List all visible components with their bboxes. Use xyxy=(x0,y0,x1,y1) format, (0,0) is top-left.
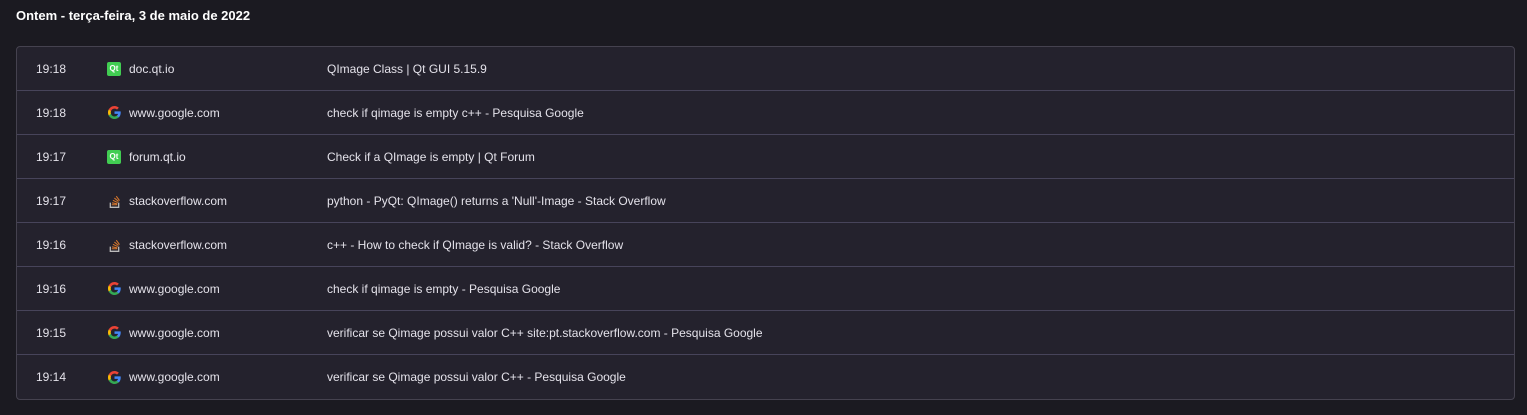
entry-title[interactable]: Check if a QImage is empty | Qt Forum xyxy=(327,150,535,164)
entry-site: Qt doc.qt.io xyxy=(107,61,175,76)
day-heading: Ontem - terça-feira, 3 de maio de 2022 xyxy=(16,8,251,23)
entry-domain: www.google.com xyxy=(129,325,220,340)
entry-time: 19:15 xyxy=(36,325,67,340)
history-entry[interactable]: 19:17 stackoverflow.com python - PyQt: Q… xyxy=(17,179,1514,223)
entry-domain: doc.qt.io xyxy=(129,61,175,76)
entry-site: stackoverflow.com xyxy=(107,238,227,252)
entry-site: www.google.com xyxy=(107,326,220,340)
google-icon xyxy=(107,106,121,120)
google-icon xyxy=(107,370,121,384)
entry-title[interactable]: check if qimage is empty - Pesquisa Goog… xyxy=(327,282,560,296)
entry-time: 19:16 xyxy=(36,281,67,296)
entry-time: 19:17 xyxy=(36,193,67,208)
entry-domain: www.google.com xyxy=(129,105,220,120)
entry-time: 19:16 xyxy=(36,237,67,252)
entry-site: Qt forum.qt.io xyxy=(107,149,186,164)
entry-title[interactable]: QImage Class | Qt GUI 5.15.9 xyxy=(327,62,487,76)
entry-domain: stackoverflow.com xyxy=(129,237,228,252)
entry-time: 19:17 xyxy=(36,149,67,164)
history-entry[interactable]: 19:18 Qt doc.qt.io QImage Class | Qt GUI… xyxy=(17,47,1514,91)
stackoverflow-icon xyxy=(107,194,121,208)
entry-title[interactable]: verificar se Qimage possui valor C++ sit… xyxy=(327,326,763,340)
entry-domain: forum.qt.io xyxy=(129,149,186,164)
history-list: 19:18 Qt doc.qt.io QImage Class | Qt GUI… xyxy=(16,46,1515,400)
history-entry[interactable]: 19:14 www.google.com verificar se Qimage… xyxy=(17,355,1514,399)
history-entry[interactable]: 19:16 www.google.com check if qimage is … xyxy=(17,267,1514,311)
google-icon xyxy=(107,282,121,296)
entry-time: 19:14 xyxy=(36,370,67,384)
entry-title[interactable]: c++ - How to check if QImage is valid? -… xyxy=(327,238,623,252)
entry-site: www.google.com xyxy=(107,106,220,120)
entry-title[interactable]: check if qimage is empty c++ - Pesquisa … xyxy=(327,106,584,120)
history-entry[interactable]: 19:17 Qt forum.qt.io Check if a QImage i… xyxy=(17,135,1514,179)
entry-domain: stackoverflow.com xyxy=(129,193,228,208)
google-icon xyxy=(107,326,121,340)
entry-site: www.google.com xyxy=(107,282,220,296)
entry-domain: www.google.com xyxy=(129,281,220,296)
entry-site: www.google.com xyxy=(107,370,220,384)
history-entry[interactable]: 19:18 www.google.com check if qimage is … xyxy=(17,91,1514,135)
history-page: Ontem - terça-feira, 3 de maio de 2022 1… xyxy=(0,0,1527,415)
entry-time: 19:18 xyxy=(36,61,67,76)
qt-icon: Qt xyxy=(107,149,121,164)
entry-title[interactable]: python - PyQt: QImage() returns a 'Null'… xyxy=(327,194,666,208)
entry-site: stackoverflow.com xyxy=(107,194,227,208)
history-entry[interactable]: 19:15 www.google.com verificar se Qimage… xyxy=(17,311,1514,355)
stackoverflow-icon xyxy=(107,238,121,252)
entry-time: 19:18 xyxy=(36,105,67,120)
entry-domain: www.google.com xyxy=(129,370,220,384)
entry-title[interactable]: verificar se Qimage possui valor C++ - P… xyxy=(327,370,626,384)
qt-icon: Qt xyxy=(107,61,121,76)
history-entry[interactable]: 19:16 stackoverflow.com c++ - How to che… xyxy=(17,223,1514,267)
